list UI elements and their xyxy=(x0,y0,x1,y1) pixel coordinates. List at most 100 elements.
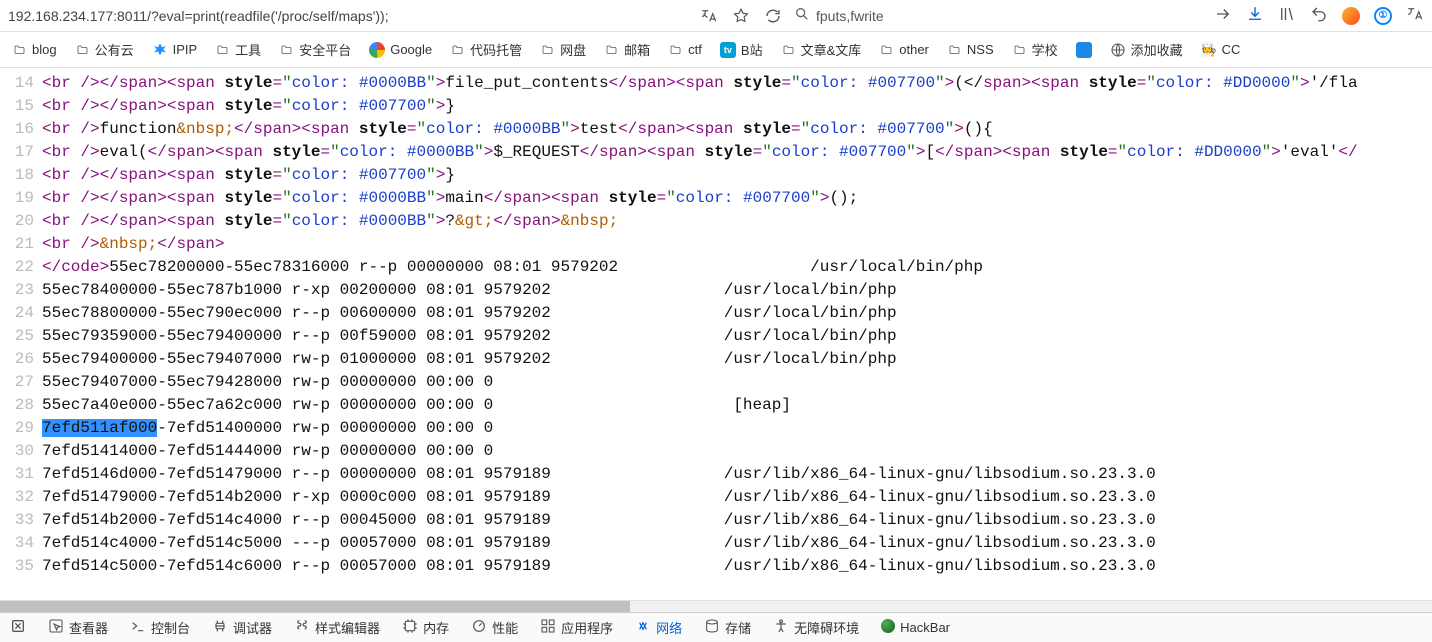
code-line[interactable]: 337efd514b2000-7efd514c4000 r--p 0004500… xyxy=(0,509,1432,532)
code-line[interactable]: 327efd51479000-7efd514b2000 r-xp 0000c00… xyxy=(0,486,1432,509)
translate-icon[interactable] xyxy=(700,7,718,25)
devtools-tab-network[interactable]: 网络 xyxy=(635,618,682,637)
console-icon xyxy=(130,618,146,637)
devtools-tab-memory[interactable]: 内存 xyxy=(402,618,449,637)
ext2-icon[interactable]: ① xyxy=(1374,7,1392,25)
line-number: 24 xyxy=(0,302,42,325)
line-number: 14 xyxy=(0,72,42,95)
debugger-icon xyxy=(212,618,228,637)
bookmark-label: 邮箱 xyxy=(624,40,650,59)
devtools-tab-label: 应用程序 xyxy=(561,618,613,637)
devtools-tab-app[interactable]: 应用程序 xyxy=(540,618,613,637)
bookmark-item[interactable]: Google xyxy=(369,42,432,58)
bookmark-label: 学校 xyxy=(1032,40,1058,59)
source-view[interactable]: 14<br /></span><span style="color: #0000… xyxy=(0,68,1432,600)
horizontal-scrollbar[interactable] xyxy=(0,600,1432,612)
bookmark-item[interactable]: tvB站 xyxy=(720,40,763,59)
code-line[interactable]: 22</code>55ec78200000-55ec78316000 r--p … xyxy=(0,256,1432,279)
line-content: 55ec7a40e000-55ec7a62c000 rw-p 00000000 … xyxy=(42,394,1432,417)
bookmark-item[interactable]: blog xyxy=(12,42,57,57)
code-line[interactable]: 297efd511af000-7efd51400000 rw-p 0000000… xyxy=(0,417,1432,440)
line-content: 55ec79407000-55ec79428000 rw-p 00000000 … xyxy=(42,371,1432,394)
toolbar-right: ① xyxy=(1214,5,1424,26)
bookmark-item[interactable]: IPIP xyxy=(152,42,198,58)
devtools-tab-inspector[interactable]: 查看器 xyxy=(48,618,108,637)
devtools-tab-a11y[interactable]: 无障碍环境 xyxy=(773,618,859,637)
code-line[interactable]: 2755ec79407000-55ec79428000 rw-p 0000000… xyxy=(0,371,1432,394)
line-content: 7efd51479000-7efd514b2000 r-xp 0000c000 … xyxy=(42,486,1432,509)
line-number: 17 xyxy=(0,141,42,164)
bookmark-item[interactable]: 安全平台 xyxy=(279,40,351,59)
code-line[interactable]: 14<br /></span><span style="color: #0000… xyxy=(0,72,1432,95)
line-number: 25 xyxy=(0,325,42,348)
bookmark-item[interactable]: 学校 xyxy=(1012,40,1058,59)
ext3-icon[interactable] xyxy=(1406,5,1424,26)
bookmark-item[interactable]: 代码托管 xyxy=(450,40,522,59)
devtools-close-icon[interactable] xyxy=(10,618,26,637)
code-line[interactable]: 2855ec7a40e000-55ec7a62c000 rw-p 0000000… xyxy=(0,394,1432,417)
bookmark-label: IPIP xyxy=(173,42,198,57)
bookmark-label: 公有云 xyxy=(95,40,134,59)
code-line[interactable]: 19<br /></span><span style="color: #0000… xyxy=(0,187,1432,210)
bookmark-item[interactable]: other xyxy=(879,42,929,57)
code-line[interactable]: 347efd514c4000-7efd514c5000 ---p 0005700… xyxy=(0,532,1432,555)
bookmark-item[interactable]: 邮箱 xyxy=(604,40,650,59)
code-line[interactable]: 2355ec78400000-55ec787b1000 r-xp 0020000… xyxy=(0,279,1432,302)
download-icon[interactable] xyxy=(1246,5,1264,26)
devtools-tab-hackbar[interactable]: HackBar xyxy=(881,619,950,636)
code-line[interactable]: 357efd514c5000-7efd514c6000 r--p 0005700… xyxy=(0,555,1432,578)
devtools-tab-debugger[interactable]: 调试器 xyxy=(212,618,272,637)
code-line[interactable]: 20<br /></span><span style="color: #0000… xyxy=(0,210,1432,233)
line-content: 7efd5146d000-7efd51479000 r--p 00000000 … xyxy=(42,463,1432,486)
bookmark-item[interactable]: 添加收藏 xyxy=(1110,40,1183,59)
code-line[interactable]: 18<br /></span><span style="color: #0077… xyxy=(0,164,1432,187)
code-line[interactable]: 317efd5146d000-7efd51479000 r--p 0000000… xyxy=(0,463,1432,486)
line-content: <br />&nbsp;</span> xyxy=(42,233,1432,256)
code-line[interactable]: 2655ec79400000-55ec79407000 rw-p 0100000… xyxy=(0,348,1432,371)
line-content: 7efd514b2000-7efd514c4000 r--p 00045000 … xyxy=(42,509,1432,532)
reload-icon[interactable] xyxy=(764,7,782,25)
devtools-tab-label: HackBar xyxy=(900,620,950,635)
bookmark-item[interactable] xyxy=(1076,42,1092,58)
code-line[interactable]: 16<br />function&nbsp;</span><span style… xyxy=(0,118,1432,141)
bookmark-label: 安全平台 xyxy=(299,40,351,59)
bookmark-item[interactable]: 网盘 xyxy=(540,40,586,59)
bookmark-label: other xyxy=(899,42,929,57)
bookmark-item[interactable]: 工具 xyxy=(215,40,261,59)
line-content: 7efd514c5000-7efd514c6000 r--p 00057000 … xyxy=(42,555,1432,578)
bookmark-item[interactable]: 文章&文库 xyxy=(781,40,862,59)
star-icon[interactable] xyxy=(732,7,750,25)
browser-topbar: 192.168.234.177:8011/?eval=print(readfil… xyxy=(0,0,1432,32)
bookmark-label: ctf xyxy=(688,42,702,57)
library-icon[interactable] xyxy=(1278,5,1296,26)
url-bar[interactable]: 192.168.234.177:8011/?eval=print(readfil… xyxy=(8,8,688,24)
scrollbar-thumb[interactable] xyxy=(0,601,630,612)
url-actions xyxy=(700,7,782,25)
bookmark-item[interactable]: NSS xyxy=(947,42,994,57)
devtools-tab-console[interactable]: 控制台 xyxy=(130,618,190,637)
code-line[interactable]: 17<br />eval(</span><span style="color: … xyxy=(0,141,1432,164)
devtools-tab-style[interactable]: 样式编辑器 xyxy=(294,618,380,637)
search-bar[interactable]: fputs,fwrite xyxy=(794,6,1202,25)
line-number: 27 xyxy=(0,371,42,394)
line-number: 30 xyxy=(0,440,42,463)
code-line[interactable]: 2455ec78800000-55ec790ec000 r--p 0060000… xyxy=(0,302,1432,325)
bookmark-label: 代码托管 xyxy=(470,40,522,59)
code-line[interactable]: 21<br />&nbsp;</span> xyxy=(0,233,1432,256)
code-line[interactable]: 2555ec79359000-55ec79400000 r--p 00f5900… xyxy=(0,325,1432,348)
line-number: 18 xyxy=(0,164,42,187)
undo-icon[interactable] xyxy=(1310,5,1328,26)
devtools-tab-storage[interactable]: 存储 xyxy=(704,618,751,637)
devtools-tab-perf[interactable]: 性能 xyxy=(471,618,518,637)
code-line[interactable]: 307efd51414000-7efd51444000 rw-p 0000000… xyxy=(0,440,1432,463)
network-icon xyxy=(635,618,651,637)
code-line[interactable]: 15<br /></span><span style="color: #0077… xyxy=(0,95,1432,118)
ext1-icon[interactable] xyxy=(1342,7,1360,25)
line-number: 31 xyxy=(0,463,42,486)
bookmark-item[interactable]: 🧑‍🍳CC xyxy=(1201,42,1241,58)
bookmark-label: 工具 xyxy=(235,40,261,59)
line-content: 55ec79359000-55ec79400000 r--p 00f59000 … xyxy=(42,325,1432,348)
bookmark-item[interactable]: ctf xyxy=(668,42,702,57)
bookmark-item[interactable]: 公有云 xyxy=(75,40,134,59)
go-icon[interactable] xyxy=(1214,5,1232,26)
